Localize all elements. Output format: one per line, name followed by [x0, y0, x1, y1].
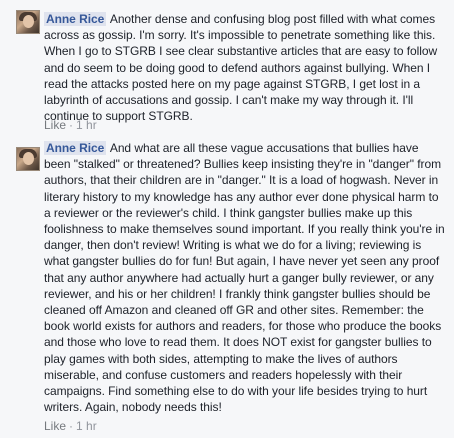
like-link[interactable]: Like [44, 419, 66, 433]
comment-text: And what are all these vague accusations… [44, 141, 445, 415]
avatar[interactable] [16, 10, 40, 34]
comment-timestamp[interactable]: 1 hr [76, 118, 97, 132]
comment-body: Anne Rice And what are all these vague a… [44, 140, 448, 415]
meta-separator: · [69, 118, 74, 132]
avatar-face-shape [23, 15, 34, 28]
comment-timestamp[interactable]: 1 hr [76, 419, 97, 433]
like-link[interactable]: Like [44, 118, 66, 132]
comment-2: Anne Rice And what are all these vague a… [0, 138, 454, 438]
comment-1: Anne Rice Another dense and confusing bl… [0, 0, 454, 138]
author-name-link[interactable]: Anne Rice [44, 12, 107, 26]
comment-text: Another dense and confusing blog post fi… [44, 12, 438, 124]
meta-separator: · [69, 419, 74, 433]
comment-meta: Like · 1 hr [44, 118, 97, 132]
author-name-link[interactable]: Anne Rice [44, 141, 107, 155]
avatar[interactable] [16, 147, 40, 171]
avatar-face-shape [23, 152, 34, 165]
comment-meta: Like · 1 hr [44, 419, 97, 433]
comment-body: Anne Rice Another dense and confusing bl… [44, 11, 448, 124]
comment-thread: Anne Rice Another dense and confusing bl… [0, 0, 454, 438]
